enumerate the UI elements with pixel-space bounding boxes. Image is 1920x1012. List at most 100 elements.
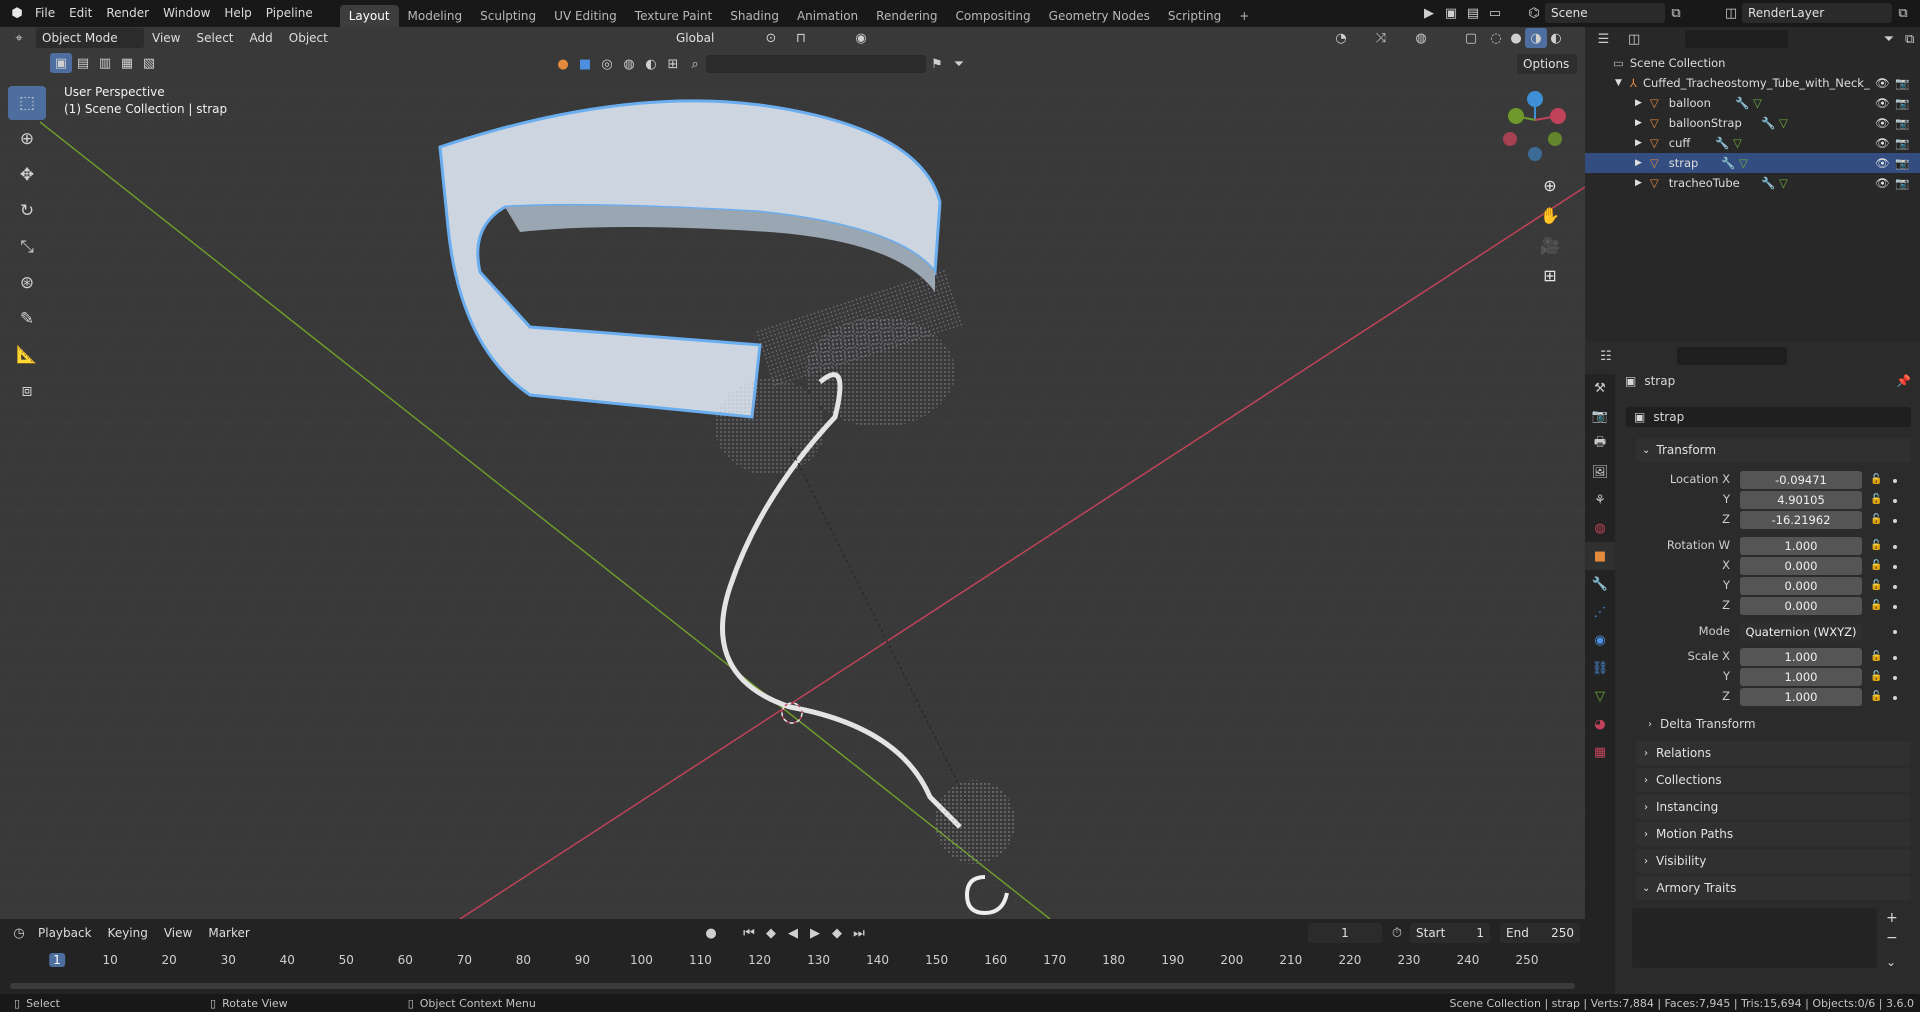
outliner-filter-icon[interactable]: ⏷ xyxy=(1878,29,1899,49)
outliner-item[interactable]: ▶ ▽ balloon 🔧 ▽ 👁 📷 xyxy=(1585,93,1920,113)
render-camera-icon[interactable]: 📷 xyxy=(1895,116,1909,130)
blender-logo-icon[interactable]: ⬢ xyxy=(6,4,28,24)
menu-pipeline[interactable]: Pipeline xyxy=(259,0,320,27)
menu-select[interactable]: Select xyxy=(188,31,241,45)
new-collection-icon[interactable]: ⧉ xyxy=(1899,29,1920,49)
texture-tab-icon[interactable]: ▦ xyxy=(1585,738,1615,766)
wireframe-shading-icon[interactable]: ◌ xyxy=(1485,28,1507,48)
scene-name-field[interactable]: Scene xyxy=(1545,3,1665,23)
material-shading-icon[interactable]: ◑ xyxy=(1525,28,1547,48)
outliner-item[interactable]: ▶ ▽ balloonStrap 🔧 ▽ 👁 📷 xyxy=(1585,113,1920,133)
play-render-icon[interactable]: ▶ xyxy=(1418,3,1440,23)
scale-x-field[interactable]: 1.000 xyxy=(1740,648,1862,666)
tab-scripting[interactable]: Scripting xyxy=(1159,5,1230,27)
instancing-panel-header[interactable]: › Instancing xyxy=(1636,795,1911,819)
mode-dropdown[interactable]: Object Mode xyxy=(36,28,144,48)
location-y-field[interactable]: 4.90105 xyxy=(1740,491,1862,509)
keyframe-dot-icon[interactable] xyxy=(1893,656,1897,660)
lock-icon[interactable]: 🔓 xyxy=(1870,580,1882,591)
tool-tab-icon[interactable]: ⚒ xyxy=(1585,374,1615,402)
folder-icon[interactable]: ▭ xyxy=(1484,3,1506,23)
record-icon[interactable]: ● xyxy=(700,923,722,943)
tab-animation[interactable]: Animation xyxy=(788,5,867,27)
frame-ruler[interactable]: 1 10 20 30 40 50 60 70 80 90 100 110 120 130 140 150 160… xyxy=(0,947,1585,977)
expand-arrow-icon[interactable]: ▼ xyxy=(1615,78,1622,88)
delta-transform-subpanel[interactable]: › Delta Transform xyxy=(1648,717,1756,731)
expand-arrow-icon[interactable]: ▶ xyxy=(1635,118,1642,128)
select-new-icon[interactable]: ▣ xyxy=(50,53,72,73)
timeline-editor-icon[interactable]: ◷ xyxy=(8,923,30,943)
render-camera-icon[interactable]: 📷 xyxy=(1895,76,1909,90)
measure-tool-icon[interactable]: 📐 xyxy=(8,338,46,372)
menu-edit[interactable]: Edit xyxy=(62,0,99,27)
pan-hand-icon[interactable]: ✋ xyxy=(1535,200,1565,230)
bookmark-icon[interactable]: ⚑ xyxy=(926,54,948,74)
scene-collection-row[interactable]: ▭ Scene Collection xyxy=(1585,53,1920,73)
annotate-tool-icon[interactable]: ✎ xyxy=(8,302,46,336)
next-keyframe-icon[interactable]: ◆ xyxy=(826,923,848,943)
end-frame-field[interactable]: End 250 xyxy=(1500,923,1580,943)
keyframe-dot-icon[interactable] xyxy=(1893,519,1897,523)
tab-texture-paint[interactable]: Texture Paint xyxy=(626,5,721,27)
select-extend-icon[interactable]: ▤ xyxy=(72,53,94,73)
keyframe-dot-icon[interactable] xyxy=(1893,479,1897,483)
add-workspace-icon[interactable]: + xyxy=(1230,5,1258,27)
expand-arrow-icon[interactable]: ▶ xyxy=(1635,138,1642,148)
play-reverse-icon[interactable]: ◀ xyxy=(782,923,804,943)
view-layer-field[interactable]: RenderLayer xyxy=(1742,3,1892,23)
jump-start-icon[interactable]: ⏮ xyxy=(738,923,760,943)
render-image-icon[interactable]: ▣ xyxy=(1440,3,1462,23)
new-scene-icon[interactable]: ⧉ xyxy=(1665,3,1687,23)
tab-rendering[interactable]: Rendering xyxy=(867,5,946,27)
visibility-eye-icon[interactable]: 👁 xyxy=(1875,76,1890,90)
prev-keyframe-icon[interactable]: ◆ xyxy=(760,923,782,943)
location-z-field[interactable]: -16.21962 xyxy=(1740,511,1862,529)
keyframe-dot-icon[interactable] xyxy=(1893,605,1897,609)
move-tool-icon[interactable]: ✥ xyxy=(8,158,46,192)
keyframe-dot-icon[interactable] xyxy=(1893,676,1897,680)
menu-render[interactable]: Render xyxy=(99,0,156,27)
display-mode-icon[interactable]: ◫ xyxy=(1624,29,1645,49)
select-invert-icon[interactable]: ▦ xyxy=(116,53,138,73)
scene-selector[interactable]: ⌬ Scene ⧉ xyxy=(1523,3,1687,23)
expand-arrow-icon[interactable]: ▶ xyxy=(1635,98,1642,108)
lock-icon[interactable]: 🔓 xyxy=(1870,494,1882,505)
stopwatch-icon[interactable]: ⏱ xyxy=(1386,923,1408,943)
viewport-search-icon[interactable]: ⌕ xyxy=(684,54,706,74)
start-frame-field[interactable]: Start 1 xyxy=(1410,923,1490,943)
location-x-field[interactable]: -0.09471 xyxy=(1740,471,1862,489)
visibility-eye-icon[interactable]: 👁 xyxy=(1875,116,1890,130)
tab-compositing[interactable]: Compositing xyxy=(946,5,1039,27)
balloon-object[interactable] xyxy=(935,780,1015,864)
select-tool-icon[interactable]: ⬚ xyxy=(8,86,46,120)
play-icon[interactable]: ▶ xyxy=(804,923,826,943)
visibility-eye-icon[interactable]: 👁 xyxy=(1875,156,1890,170)
camera-filter-icon[interactable]: ◍ xyxy=(618,54,640,74)
lock-icon[interactable]: 🔓 xyxy=(1870,540,1882,551)
collection-color-icon[interactable]: ● xyxy=(552,54,574,74)
menu-playback[interactable]: Playback xyxy=(30,926,100,940)
transform-panel-header[interactable]: ⌄ Transform xyxy=(1636,438,1911,462)
scale-z-field[interactable]: 1.000 xyxy=(1740,688,1862,706)
add-trait-icon[interactable]: + xyxy=(1886,910,1898,926)
tab-layout[interactable]: Layout xyxy=(339,5,399,27)
cursor-tool-icon[interactable]: ⊕ xyxy=(8,122,46,156)
new-view-layer-icon[interactable]: ⧉ xyxy=(1892,3,1914,23)
keyframe-dot-icon[interactable] xyxy=(1893,565,1897,569)
tab-uv-editing[interactable]: UV Editing xyxy=(545,5,626,27)
3d-viewport[interactable] xyxy=(0,27,1585,919)
outliner-item-selected[interactable]: ▶ ▽ strap 🔧 ▽ 👁 📷 xyxy=(1585,153,1920,173)
pin-icon[interactable]: 📌 xyxy=(1896,374,1911,388)
render-camera-icon[interactable]: 📷 xyxy=(1895,136,1909,150)
lock-icon[interactable]: 🔓 xyxy=(1870,514,1882,525)
outliner-item[interactable]: ▶ ▽ tracheoTube 🔧 ▽ 👁 📷 xyxy=(1585,173,1920,193)
scale-tool-icon[interactable]: ⤡ xyxy=(8,230,46,264)
menu-marker[interactable]: Marker xyxy=(200,926,257,940)
tab-sculpting[interactable]: Sculpting xyxy=(471,5,545,27)
armory-traits-list[interactable] xyxy=(1632,908,1877,968)
transform-tool-icon[interactable]: ⊛ xyxy=(8,266,46,300)
zoom-icon[interactable]: ⊕ xyxy=(1535,170,1565,200)
editor-type-icon[interactable]: ⌖ xyxy=(8,28,30,48)
filter-icon[interactable]: ⏷ xyxy=(948,54,970,74)
current-frame-indicator[interactable]: 1 xyxy=(49,953,65,967)
